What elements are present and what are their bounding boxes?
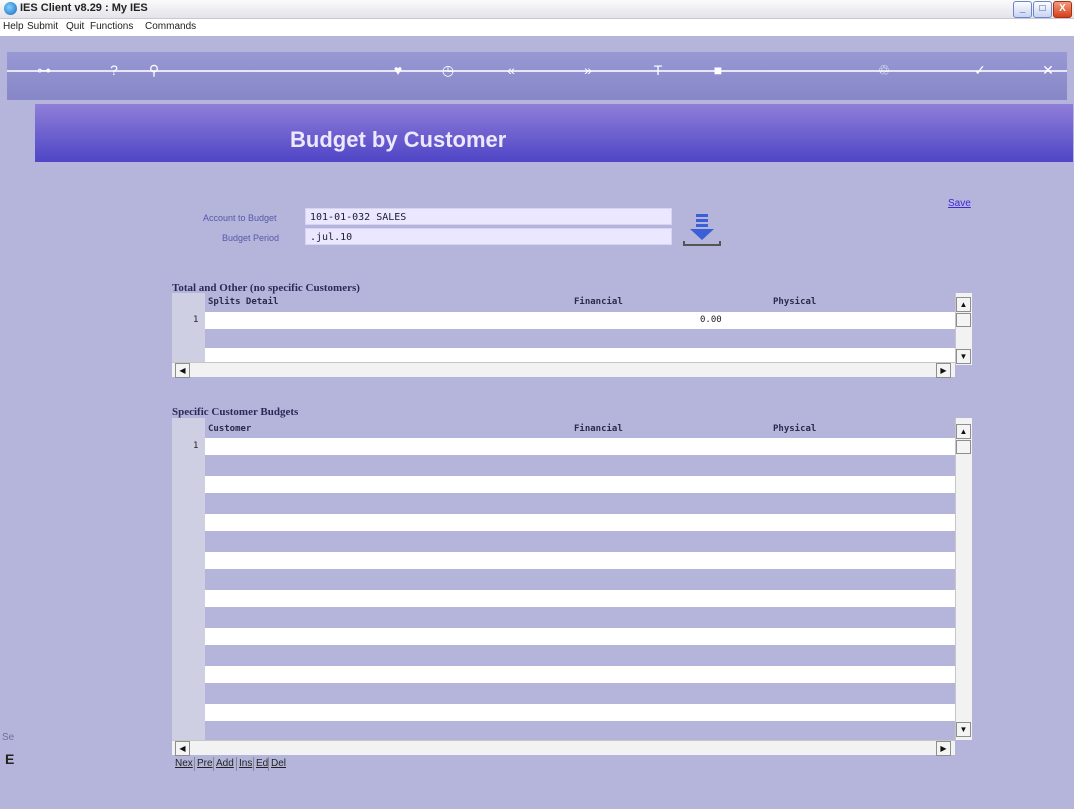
stop-icon[interactable]: ■: [707, 60, 729, 80]
grid2-col-customer: Customer: [208, 424, 252, 434]
page-title: Budget by Customer: [290, 127, 507, 152]
help-icon[interactable]: ?: [103, 60, 125, 80]
table-row[interactable]: [205, 571, 955, 588]
scroll-down-icon[interactable]: ▼: [956, 349, 971, 364]
app-window: IES Client v8.29 : My IES _ □ X Help Sub…: [0, 0, 1074, 809]
table-row[interactable]: [205, 552, 955, 569]
table-row[interactable]: [205, 628, 955, 645]
grid2-col-financial: Financial: [574, 424, 623, 434]
menu-submit[interactable]: Submit: [27, 21, 58, 32]
table-row[interactable]: [205, 514, 955, 531]
side-panel-label[interactable]: Se: [2, 732, 14, 743]
table-row[interactable]: [205, 330, 955, 347]
scroll-right-icon[interactable]: ▶: [936, 363, 951, 378]
key-icon[interactable]: ⊶: [27, 60, 61, 80]
scroll-up-icon[interactable]: ▲: [956, 424, 971, 439]
scroll-up-icon[interactable]: ▲: [956, 297, 971, 312]
clock-icon[interactable]: ◷: [437, 60, 459, 80]
menu-commands[interactable]: Commands: [145, 21, 196, 32]
grid2-row1-num: 1: [193, 441, 199, 451]
search-icon[interactable]: ⚲: [143, 60, 165, 80]
recycle-icon[interactable]: ♲: [873, 60, 895, 80]
forward-icon[interactable]: »: [577, 60, 599, 80]
table-row[interactable]: [205, 666, 955, 683]
page-header: Budget by Customer: [35, 104, 1073, 162]
table-row[interactable]: 0.00: [205, 312, 955, 329]
close-icon[interactable]: ✕: [1037, 60, 1059, 80]
app-logo-icon: [4, 2, 17, 15]
account-label: Account to Budget: [203, 213, 277, 223]
grid2-title: Specific Customer Budgets: [172, 406, 299, 418]
grid1-vertical-scrollbar[interactable]: ▲ ▼: [955, 293, 972, 365]
table-row[interactable]: [205, 685, 955, 702]
table-row[interactable]: [205, 476, 955, 493]
status-bar: [0, 796, 1074, 809]
grid1-col-financial: Financial: [574, 297, 623, 307]
grid2-vertical-scrollbar[interactable]: ▲ ▼: [955, 418, 972, 740]
save-link[interactable]: Save: [948, 198, 971, 209]
toolbar: ⊶ ? ⚲ ♥ ◷ « » T ■ ♲ ✓ ✕: [7, 52, 1067, 100]
text-icon[interactable]: T: [647, 60, 669, 80]
table-row[interactable]: [205, 533, 955, 550]
grid1-col-physical: Physical: [773, 297, 817, 307]
side-panel-marker[interactable]: E: [5, 751, 14, 767]
table-row[interactable]: [205, 438, 955, 455]
scroll-right-icon[interactable]: ▶: [936, 741, 951, 756]
table-row[interactable]: [205, 723, 955, 740]
grid1-horizontal-scrollbar[interactable]: ◀ ▶: [172, 362, 955, 378]
account-field[interactable]: 101-01-032 SALES: [305, 208, 672, 225]
heart-icon[interactable]: ♥: [387, 60, 409, 80]
grid2-gutter: [172, 418, 205, 743]
grid2-horizontal-scrollbar[interactable]: ◀ ▶: [172, 740, 955, 756]
previous-button[interactable]: Pre: [194, 757, 215, 771]
toolbar-divider: [7, 70, 1067, 72]
window-title: IES Client v8.29 : My IES: [20, 2, 148, 14]
download-icon[interactable]: [680, 212, 724, 248]
table-row[interactable]: [205, 647, 955, 664]
scroll-down-icon[interactable]: ▼: [956, 722, 971, 737]
table-row[interactable]: [205, 590, 955, 607]
maximize-button[interactable]: □: [1033, 1, 1052, 18]
menu-quit[interactable]: Quit: [66, 21, 84, 32]
check-icon[interactable]: ✓: [969, 60, 991, 80]
table-row[interactable]: [205, 457, 955, 474]
grid2-col-physical: Physical: [773, 424, 817, 434]
menu-functions[interactable]: Functions: [90, 21, 133, 32]
table-row[interactable]: [205, 609, 955, 626]
insert-button[interactable]: Ins: [236, 757, 254, 771]
close-window-button[interactable]: X: [1053, 1, 1072, 18]
delete-button[interactable]: Del: [268, 757, 288, 771]
minimize-button[interactable]: _: [1013, 1, 1032, 18]
period-label: Budget Period: [222, 233, 280, 243]
table-row[interactable]: [205, 704, 955, 721]
scroll-thumb[interactable]: [956, 313, 971, 327]
menu-help[interactable]: Help: [3, 21, 24, 32]
add-button[interactable]: Add: [213, 757, 236, 771]
period-field[interactable]: .jul.10: [305, 228, 672, 245]
scroll-left-icon[interactable]: ◀: [175, 741, 190, 756]
grid1-row1-num: 1: [193, 315, 199, 325]
grid1-row1-financial: 0.00: [700, 315, 722, 325]
next-button[interactable]: Nex: [173, 757, 195, 771]
scroll-left-icon[interactable]: ◀: [175, 363, 190, 378]
title-bar: IES Client v8.29 : My IES _ □ X: [0, 0, 1074, 19]
scroll-thumb[interactable]: [956, 440, 971, 454]
grid1-col-detail: Splits Detail: [208, 297, 279, 307]
rewind-icon[interactable]: «: [500, 60, 522, 80]
menu-bar: Help Submit Quit Functions Commands: [0, 19, 1074, 36]
table-row[interactable]: [205, 495, 955, 512]
